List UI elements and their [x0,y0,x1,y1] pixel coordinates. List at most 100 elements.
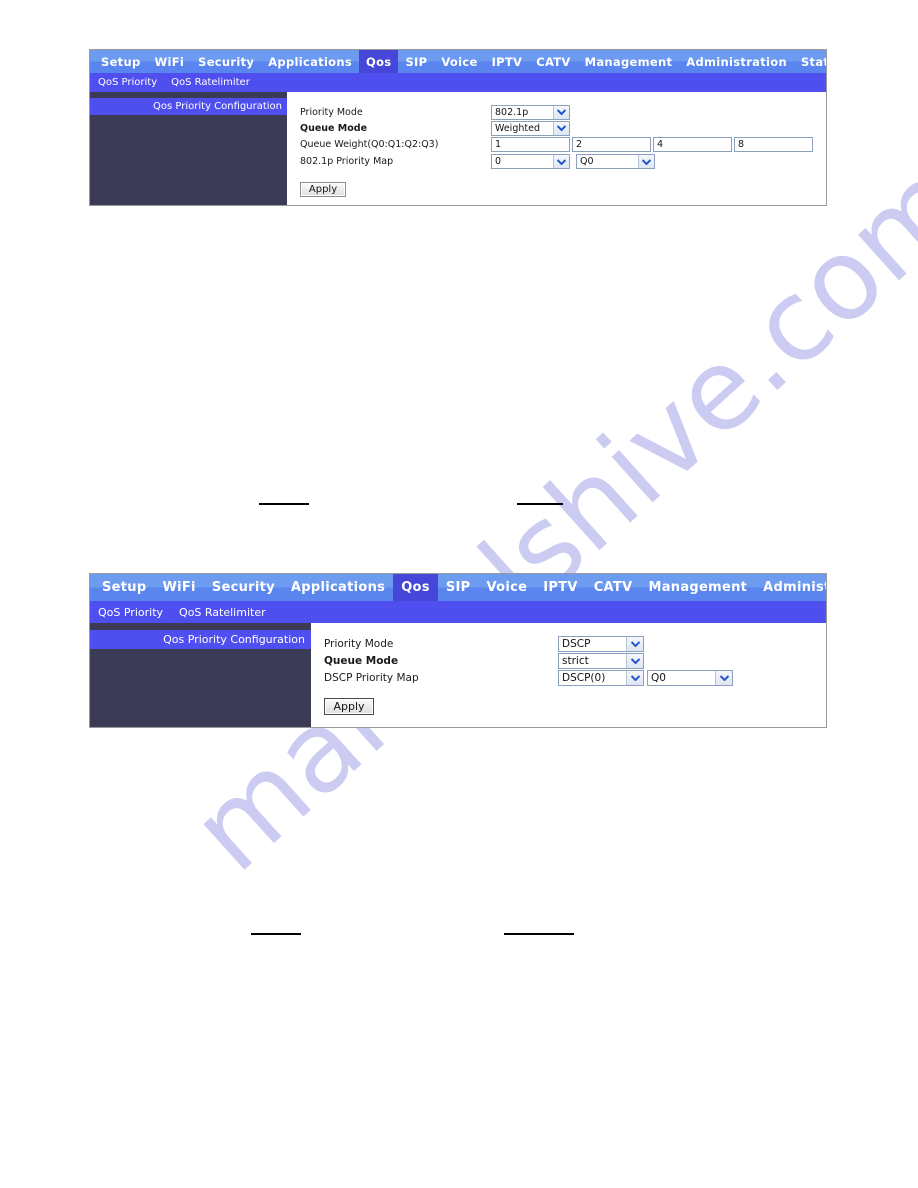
select-queue-mode[interactable]: strict [558,652,644,669]
fields-dscp-priority-map: DSCP(0) Q0 [558,670,826,686]
nav-label: Security [198,54,255,69]
fill-in-rule [259,503,309,505]
form-row-priority-mode: Priority Mode DSCP [324,635,826,652]
form-row-priority-mode: Priority Mode 802.1p [300,104,826,120]
select-priority-mode[interactable]: 802.1p [491,104,570,120]
select-8021p-priority-value[interactable]: 0 [491,154,570,169]
nav-item-applications[interactable]: Applications [261,50,359,73]
select-value: Q0 [651,672,666,684]
nav-item-setup[interactable]: Setup [94,574,154,601]
side-heading-qos-priority-configuration: Qos Priority Configuration [90,98,287,115]
nav-item-wifi[interactable]: WiFi [154,574,203,601]
nav-item-qos[interactable]: Qos [359,50,399,73]
subnav-item-qos-ratelimiter[interactable]: QoS Ratelimiter [171,606,274,619]
nav-item-sip[interactable]: SIP [438,574,479,601]
nav-label: SIP [405,54,428,69]
form-row-queue-mode: Queue Mode Weighted [300,120,826,136]
nav-item-status[interactable]: Status [794,50,826,73]
apply-button[interactable]: Apply [300,182,346,197]
nav-label: Management [584,54,673,69]
subnav-label: QoS Priority [98,77,158,88]
nav-item-setup[interactable]: Setup [94,50,148,73]
nav-label: Voice [486,580,528,595]
nav-label: IPTV [543,580,578,595]
nav-item-security[interactable]: Security [204,574,283,601]
nav-label: Qos [401,580,430,595]
nav-label: CATV [593,580,633,595]
input-queue-weight-q0[interactable]: 1 [491,137,570,152]
side-column: Qos Priority Configuration [90,92,287,205]
select-priority-mode[interactable]: DSCP [558,635,644,652]
nav-label: Administration [763,580,826,595]
subnav-item-qos-ratelimiter[interactable]: QoS Ratelimiter [164,77,257,88]
form-row-queue-mode: Queue Mode strict [324,652,826,669]
nav-item-catv[interactable]: CATV [529,50,577,73]
select-value: DSCP(0) [562,672,606,684]
chevron-down-icon [715,671,732,685]
select-8021p-priority-queue[interactable]: Q0 [576,154,655,169]
nav-item-management[interactable]: Management [640,574,755,601]
nav-label: WiFi [154,54,185,69]
nav-item-iptv[interactable]: IPTV [485,50,530,73]
subnav-item-qos-priority[interactable]: QoS Priority [95,606,171,619]
select-queue-mode[interactable]: Weighted [491,120,570,136]
form-row-dscp-priority-map: DSCP Priority Map DSCP(0) Q0 [324,669,826,687]
page-watermark: manualshive.com [168,137,918,897]
chevron-down-icon [626,636,643,651]
apply-button[interactable]: Apply [324,698,374,715]
select-value: 0 [495,156,502,167]
side-column-filler [90,115,287,205]
fields-priority-mode: 802.1p [491,104,826,120]
label-8021p-priority-map: 802.1p Priority Map [300,156,394,167]
nav-label: WiFi [162,580,196,595]
nav-label: Applications [268,54,353,69]
form-row-8021p-priority-map: 802.1p Priority Map 0 Q0 [300,153,826,170]
nav-item-security[interactable]: Security [191,50,261,73]
fields-8021p-priority-map: 0 Q0 [491,154,826,169]
chevron-down-icon [626,671,643,685]
label-queue-mode: Queue Mode [300,122,368,134]
nav-label: Voice [441,54,478,69]
nav-item-administration[interactable]: Administration [679,50,794,73]
select-dscp-priority-queue[interactable]: Q0 [647,670,733,686]
sub-navigation-bar: QoS Priority QoS Ratelimiter [90,73,826,92]
nav-item-qos[interactable]: Qos [393,574,438,601]
nav-label: Status [800,54,826,69]
router-admin-panel-8021p: Setup WiFi Security Applications Qos SIP… [89,49,827,206]
nav-item-wifi[interactable]: WiFi [148,50,192,73]
fields-queue-weight: 1 2 4 8 [491,137,826,152]
sub-navigation-bar: QoS Priority QoS Ratelimiter [90,601,826,623]
nav-item-applications[interactable]: Applications [283,574,393,601]
form-actions: Apply [300,177,826,197]
fill-in-rule [517,503,563,505]
input-queue-weight-q3[interactable]: 8 [734,137,813,152]
nav-item-catv[interactable]: CATV [586,574,641,601]
nav-label: Qos [366,54,392,69]
label-dscp-priority-map: DSCP Priority Map [324,672,419,684]
label-queue-mode: Queue Mode [324,654,399,667]
side-column-filler [90,649,311,727]
chevron-down-icon [553,155,569,168]
side-heading-label: Qos Priority Configuration [163,633,305,646]
nav-item-management[interactable]: Management [578,50,680,73]
nav-item-voice[interactable]: Voice [434,50,484,73]
nav-label: Setup [102,580,147,595]
subnav-label: QoS Ratelimiter [179,605,266,619]
nav-label: IPTV [491,54,523,69]
nav-item-iptv[interactable]: IPTV [535,574,586,601]
label-priority-mode: Priority Mode [324,637,394,650]
nav-label: Management [648,580,748,595]
chevron-down-icon [626,653,643,668]
fill-in-rule [504,933,574,935]
nav-item-sip[interactable]: SIP [398,50,434,73]
input-queue-weight-q2[interactable]: 4 [653,137,732,152]
form-row-queue-weight: Queue Weight(Q0:Q1:Q2:Q3) 1 2 4 8 [300,136,826,153]
nav-item-voice[interactable]: Voice [478,574,535,601]
subnav-item-qos-priority[interactable]: QoS Priority [95,77,164,88]
panel-body: Qos Priority Configuration Priority Mode… [90,92,826,205]
nav-label: CATV [536,54,571,69]
nav-item-administration[interactable]: Administration [755,574,826,601]
input-queue-weight-q1[interactable]: 2 [572,137,651,152]
select-dscp-priority-value[interactable]: DSCP(0) [558,670,644,686]
main-navigation-bar: Setup WiFi Security Applications Qos SIP… [90,574,826,601]
